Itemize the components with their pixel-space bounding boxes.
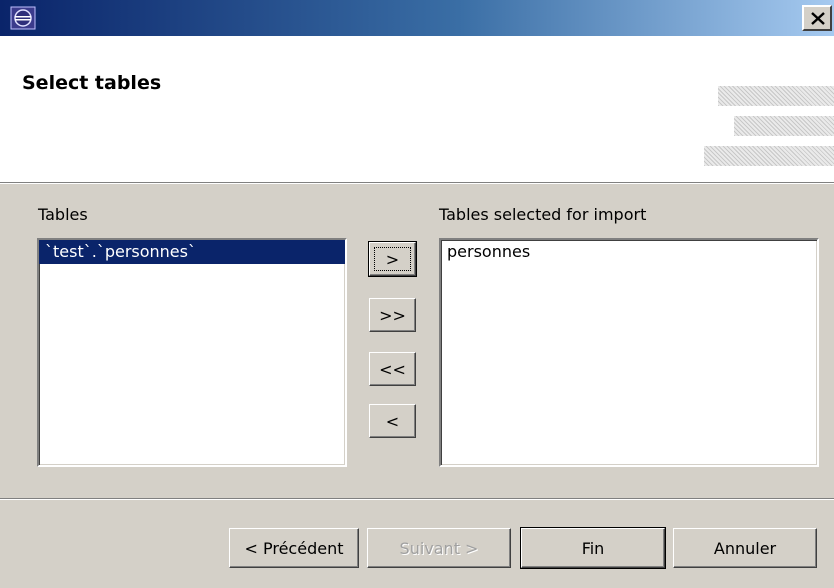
selected-tables-list[interactable]: personnes bbox=[439, 238, 819, 467]
add-all-button-label: >> bbox=[379, 305, 406, 325]
close-icon bbox=[811, 12, 825, 25]
add-button[interactable]: > bbox=[368, 241, 417, 277]
page-title: Select tables bbox=[22, 72, 162, 94]
wizard-header: Select tables bbox=[0, 36, 834, 183]
add-button-label: > bbox=[385, 249, 400, 269]
close-button[interactable] bbox=[802, 5, 832, 31]
finish-button[interactable]: Fin bbox=[520, 527, 666, 569]
selected-tables-label: Tables selected for import bbox=[439, 205, 647, 224]
footer-separator-highlight bbox=[0, 499, 834, 500]
header-banner-decoration bbox=[734, 116, 834, 136]
tables-label: Tables bbox=[38, 205, 88, 224]
remove-all-button-label: << bbox=[379, 359, 406, 379]
eclipse-icon bbox=[10, 6, 36, 30]
remove-all-button[interactable]: << bbox=[369, 352, 416, 386]
header-separator bbox=[0, 183, 834, 184]
add-all-button[interactable]: >> bbox=[369, 298, 416, 332]
remove-button-label: < bbox=[385, 411, 400, 431]
remove-button[interactable]: < bbox=[369, 404, 416, 438]
next-button[interactable]: Suivant > bbox=[367, 528, 511, 568]
finish-button-label: Fin bbox=[581, 538, 605, 558]
cancel-button-label: Annuler bbox=[713, 538, 777, 558]
next-button-label: Suivant > bbox=[399, 538, 479, 558]
available-tables-list[interactable]: `test`.`personnes` bbox=[37, 238, 347, 467]
back-button[interactable]: < Précédent bbox=[229, 528, 359, 568]
header-banner-decoration bbox=[704, 146, 834, 166]
title-bar[interactable] bbox=[0, 0, 834, 36]
header-banner-decoration bbox=[718, 86, 834, 106]
list-item[interactable]: `test`.`personnes` bbox=[39, 240, 345, 264]
back-button-label: < Précédent bbox=[244, 538, 344, 558]
list-item[interactable]: personnes bbox=[441, 240, 817, 264]
cancel-button[interactable]: Annuler bbox=[673, 528, 817, 568]
